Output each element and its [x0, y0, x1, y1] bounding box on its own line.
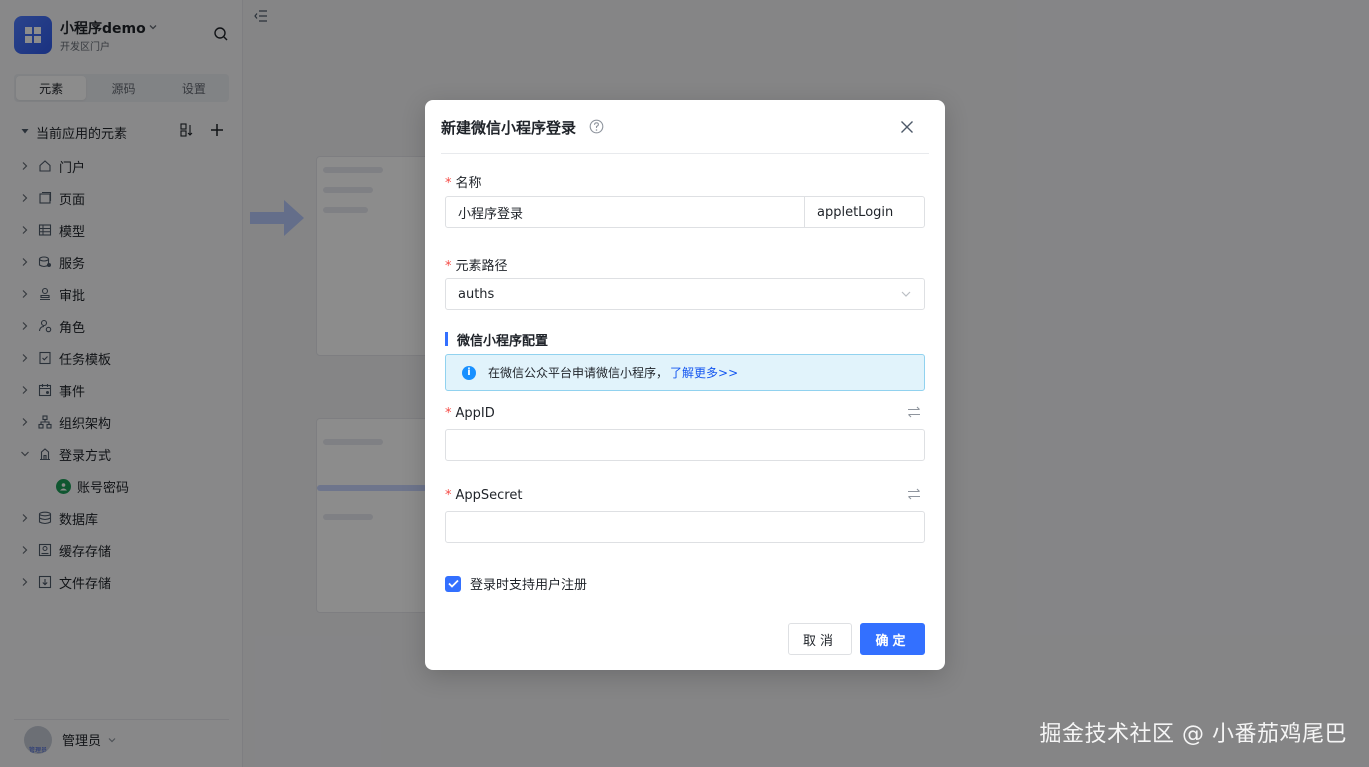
- dialog-header: 新建微信小程序登录: [441, 100, 929, 154]
- section-title-text: 微信小程序配置: [457, 333, 549, 349]
- learn-more-link[interactable]: 了解更多>>: [670, 364, 738, 381]
- path-label: * 元素路径: [445, 255, 508, 274]
- name-input[interactable]: [445, 196, 805, 228]
- info-alert: i 在微信公众平台申请微信小程序， 了解更多>>: [445, 354, 925, 391]
- create-login-dialog: 新建微信小程序登录 *名称 *元素路径 auths 微信小程序配置 i 在微信公…: [425, 100, 945, 670]
- required-mark: *: [445, 406, 452, 421]
- name-label-text: 名称: [455, 176, 482, 191]
- info-text: 在微信公众平台申请微信小程序，: [488, 366, 669, 380]
- watermark: 掘金技术社区 @ 小番茄鸡尾巴: [1039, 722, 1347, 747]
- appid-input[interactable]: [445, 429, 925, 461]
- section-title: 微信小程序配置: [445, 330, 549, 349]
- appsecret-label-text: AppSecret: [455, 488, 523, 503]
- swap-icon[interactable]: [907, 488, 921, 504]
- appid-label-text: AppID: [455, 406, 495, 421]
- appsecret-input[interactable]: [445, 511, 925, 543]
- appsecret-label: * AppSecret: [445, 488, 522, 503]
- path-select-value: auths: [458, 286, 495, 302]
- appid-label: * AppID: [445, 406, 495, 421]
- path-select[interactable]: auths: [445, 278, 925, 310]
- required-mark: *: [445, 488, 452, 503]
- help-icon[interactable]: [589, 119, 604, 138]
- code-name-input[interactable]: [804, 196, 925, 228]
- dialog-title: 新建微信小程序登录: [441, 119, 577, 137]
- register-checkbox[interactable]: [445, 575, 461, 592]
- cancel-button[interactable]: 取消: [788, 623, 852, 655]
- register-checkbox-label: 登录时支持用户注册: [470, 578, 588, 593]
- close-icon[interactable]: [897, 117, 917, 137]
- info-icon: i: [462, 365, 476, 380]
- section-accent-bar: [445, 332, 448, 346]
- confirm-button[interactable]: 确定: [860, 623, 925, 655]
- chevron-down-icon: [900, 288, 912, 300]
- path-label-text: 元素路径: [455, 259, 508, 274]
- name-label: * 名称: [445, 172, 482, 191]
- swap-icon[interactable]: [907, 406, 921, 422]
- register-checkbox-row[interactable]: 登录时支持用户注册: [445, 574, 587, 593]
- required-mark: *: [445, 176, 452, 191]
- required-mark: *: [445, 259, 452, 274]
